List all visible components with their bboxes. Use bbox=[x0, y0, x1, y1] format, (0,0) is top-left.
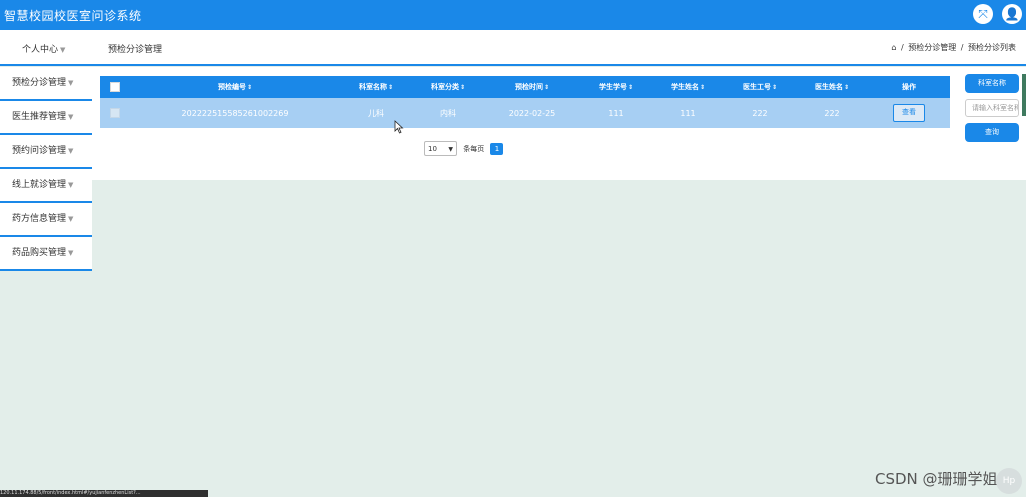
column-header[interactable]: 医生姓名⇕ bbox=[796, 76, 868, 98]
column-header[interactable]: 预检编号⇕ bbox=[130, 76, 340, 98]
help-bubble-icon[interactable]: Hp bbox=[996, 468, 1022, 494]
top-navbar: 智慧校园校医室问诊系统 ⤧ 👤 bbox=[0, 0, 1026, 30]
sort-icon[interactable]: ⇕ bbox=[700, 84, 705, 91]
user-center-label: 个人中心 bbox=[22, 45, 59, 55]
chevron-down-icon: ▼ bbox=[68, 147, 74, 155]
row-select-cell bbox=[100, 98, 130, 128]
fullscreen-icon[interactable]: ⤧ bbox=[973, 4, 993, 24]
home-icon[interactable]: ⌂ bbox=[891, 43, 896, 52]
chevron-down-icon: ▼ bbox=[68, 249, 74, 257]
sidebar-item-prescription[interactable]: 药方信息管理 ▼ bbox=[0, 203, 92, 237]
action-cell: 查看 bbox=[868, 98, 950, 128]
search-panel: 科室名称 请输入科室名称 查询 bbox=[965, 74, 1019, 142]
column-header[interactable]: 科室名称⇕ bbox=[340, 76, 412, 98]
search-button[interactable]: 查询 bbox=[965, 123, 1019, 142]
sidebar: 预检分诊管理 ▼ 医生推荐管理 ▼ 预约问诊管理 ▼ 线上就诊管理 ▼ 药方信息管理 ▼ … bbox=[0, 67, 92, 271]
user-center-menu[interactable]: 个人中心 ▼ bbox=[22, 42, 65, 55]
sidebar-item-label: 线上就诊管理 bbox=[12, 180, 67, 190]
side-tab-edge bbox=[1022, 74, 1026, 116]
watermark: CSDN @珊珊学姐 bbox=[875, 470, 998, 488]
column-header[interactable]: 学生姓名⇕ bbox=[652, 76, 724, 98]
select-all-checkbox[interactable] bbox=[110, 82, 120, 92]
sidebar-item-label: 药方信息管理 bbox=[12, 214, 67, 224]
table-cell: 2022-02-25 bbox=[484, 98, 580, 128]
column-header[interactable]: 学生学号⇕ bbox=[580, 76, 652, 98]
app-title: 智慧校园校医室问诊系统 bbox=[4, 9, 142, 23]
status-bar-url: 120.11.174.88/5/front/index.html#/yujian… bbox=[0, 490, 208, 497]
sidebar-item-label: 医生推荐管理 bbox=[12, 112, 67, 122]
breadcrumb-separator: / bbox=[900, 43, 904, 52]
sort-icon[interactable]: ⇕ bbox=[460, 84, 465, 91]
sort-icon[interactable]: ⇕ bbox=[772, 84, 777, 91]
table-cell: 222 bbox=[724, 98, 796, 128]
column-header-label: 学生学号 bbox=[598, 83, 627, 91]
chevron-down-icon: ▼ bbox=[68, 113, 74, 121]
sidebar-item-online-visit[interactable]: 线上就诊管理 ▼ bbox=[0, 169, 92, 203]
user-avatar-icon[interactable]: 👤 bbox=[1002, 4, 1022, 24]
pagination: 10 ▼ 条每页 1 bbox=[424, 141, 504, 156]
mouse-cursor-icon bbox=[394, 120, 404, 134]
page-size-value: 10 bbox=[428, 145, 437, 153]
chevron-down-icon: ▼ bbox=[68, 215, 74, 223]
column-header-label: 学生姓名 bbox=[670, 83, 699, 91]
sidebar-item-label: 预约问诊管理 bbox=[12, 146, 67, 156]
page-title: 预检分诊管理 bbox=[108, 45, 163, 55]
department-search-input[interactable]: 请输入科室名称 bbox=[965, 99, 1019, 117]
column-header-label: 科室名称 bbox=[358, 83, 387, 91]
column-header: 操作 bbox=[868, 76, 950, 98]
sidebar-item-triage[interactable]: 预检分诊管理 ▼ bbox=[0, 67, 92, 101]
breadcrumb-item: 预检分诊列表 bbox=[968, 43, 1016, 52]
select-all-cell bbox=[100, 76, 130, 98]
sort-icon[interactable]: ⇕ bbox=[628, 84, 633, 91]
department-name-button[interactable]: 科室名称 bbox=[965, 74, 1019, 93]
column-header[interactable]: 科室分类⇕ bbox=[412, 76, 484, 98]
breadcrumb-item[interactable]: 预检分诊管理 bbox=[908, 43, 956, 52]
column-header-label: 医生姓名 bbox=[814, 83, 843, 91]
breadcrumb: ⌂ / 预检分诊管理 / 预检分诊列表 bbox=[889, 42, 1016, 53]
page-size-label: 条每页 bbox=[463, 144, 485, 153]
column-header-label: 预检编号 bbox=[217, 83, 246, 91]
column-header[interactable]: 医生工号⇕ bbox=[724, 76, 796, 98]
sort-icon[interactable]: ⇕ bbox=[388, 84, 393, 91]
view-button[interactable]: 查看 bbox=[893, 104, 925, 122]
table-cell: 内科 bbox=[412, 98, 484, 128]
table-cell: 222 bbox=[796, 98, 868, 128]
table-row[interactable]: 20222251558526100​2269 儿科 内科 2022-02-25 … bbox=[100, 98, 950, 128]
page-size-select[interactable]: 10 ▼ bbox=[424, 141, 457, 156]
sort-icon[interactable]: ⇕ bbox=[544, 84, 549, 91]
breadcrumb-separator: / bbox=[960, 43, 964, 52]
sub-header: 个人中心 ▼ 预检分诊管理 ⌂ / 预检分诊管理 / 预检分诊列表 bbox=[0, 30, 1026, 66]
row-checkbox[interactable] bbox=[110, 108, 120, 118]
table-cell: 111 bbox=[580, 98, 652, 128]
sidebar-item-appointment[interactable]: 预约问诊管理 ▼ bbox=[0, 135, 92, 169]
sort-icon[interactable]: ⇕ bbox=[844, 84, 849, 91]
sidebar-item-label: 药品购买管理 bbox=[12, 248, 67, 258]
table-cell: 20222251558526100​2269 bbox=[130, 98, 340, 128]
column-header-label: 科室分类 bbox=[430, 83, 459, 91]
page-number-button[interactable]: 1 bbox=[490, 142, 504, 155]
triage-table: 预检编号⇕ 科室名称⇕ 科室分类⇕ 预检时间⇕ 学生学号⇕ 学生姓名⇕ 医生工号… bbox=[100, 76, 950, 128]
chevron-down-icon: ▼ bbox=[448, 146, 453, 153]
chevron-down-icon: ▼ bbox=[60, 46, 66, 54]
sidebar-item-label: 预检分诊管理 bbox=[12, 78, 67, 88]
table-header-row: 预检编号⇕ 科室名称⇕ 科室分类⇕ 预检时间⇕ 学生学号⇕ 学生姓名⇕ 医生工号… bbox=[100, 76, 950, 98]
sidebar-item-doctor-recommend[interactable]: 医生推荐管理 ▼ bbox=[0, 101, 92, 135]
chevron-down-icon: ▼ bbox=[68, 79, 74, 87]
sort-icon[interactable]: ⇕ bbox=[247, 84, 252, 91]
table-cell: 111 bbox=[652, 98, 724, 128]
column-header[interactable]: 预检时间⇕ bbox=[484, 76, 580, 98]
sidebar-item-drug-purchase[interactable]: 药品购买管理 ▼ bbox=[0, 237, 92, 271]
column-header-label: 预检时间 bbox=[514, 83, 543, 91]
main-content: 预检编号⇕ 科室名称⇕ 科室分类⇕ 预检时间⇕ 学生学号⇕ 学生姓名⇕ 医生工号… bbox=[92, 67, 1026, 180]
chevron-down-icon: ▼ bbox=[68, 181, 74, 189]
column-header-label: 医生工号 bbox=[742, 83, 771, 91]
